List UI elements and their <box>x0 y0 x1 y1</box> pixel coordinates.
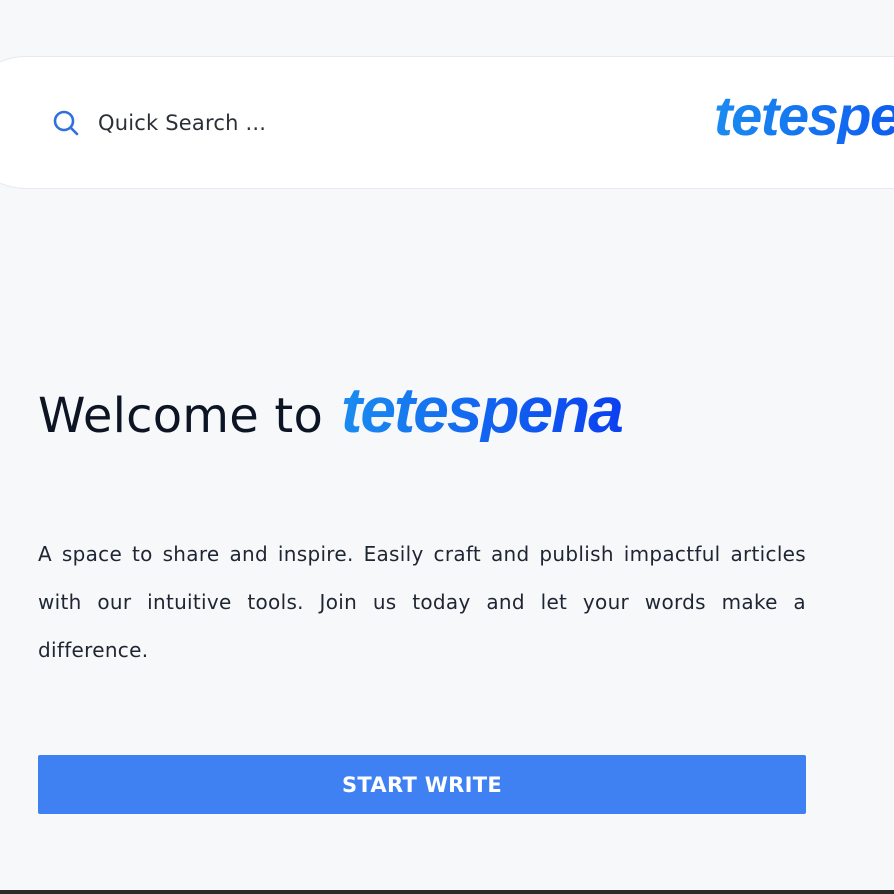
hero-title: Welcome to tetespena <box>38 374 624 446</box>
welcome-text: Welcome to <box>38 388 324 444</box>
brand-logo-text: tetespena <box>341 374 624 446</box>
page: Quick Search ... tetespena Welcome to te… <box>0 0 894 894</box>
start-write-button[interactable]: START WRITE <box>38 755 806 814</box>
quick-search[interactable]: Quick Search ... <box>52 109 266 137</box>
header-logo[interactable]: tetespena <box>714 88 894 144</box>
hero-description: A space to share and inspire. Easily cra… <box>38 542 806 662</box>
bottom-edge <box>0 890 894 894</box>
search-input[interactable]: Quick Search ... <box>98 111 266 135</box>
search-icon[interactable] <box>52 109 80 137</box>
